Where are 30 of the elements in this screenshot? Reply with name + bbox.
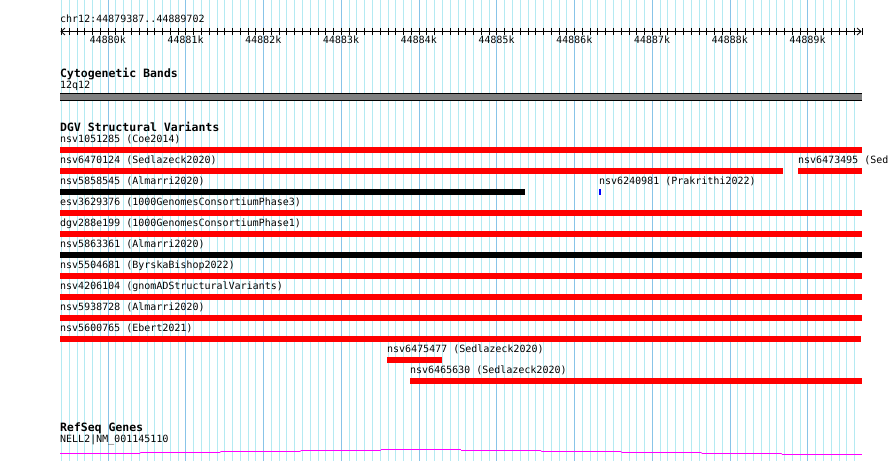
region-label: chr12:44879387..44889702 (60, 14, 206, 26)
tick-label: 44882k (245, 35, 282, 46)
gene-label: NELL2|NM_001145110 (60, 434, 170, 446)
variant-label: nsv6465630 (Sedlazeck2020) (410, 365, 567, 377)
tick-label: 44889k (789, 35, 826, 46)
band-label: 12q12 (60, 80, 92, 92)
variant-label: nsv6475477 (Sedlazeck2020) (387, 344, 544, 356)
variant-label: nsv5504681 (ByrskaBishop2022) (60, 260, 235, 272)
variant-label: esv3629376 (1000GenomesConsortiumPhase3) (60, 197, 301, 209)
variant-label: nsv6473495 (Sed (798, 155, 888, 167)
tick-label: 44883k (322, 35, 359, 46)
variant-label: nsv5863361 (Almarri2020) (60, 239, 204, 251)
variant-label: dgv288e199 (1000GenomesConsortiumPhase1) (60, 218, 301, 230)
variant-label: nsv6470124 (Sedlazeck2020) (60, 155, 217, 167)
tick-label: 44881k (167, 35, 204, 46)
tick-label: 44885k (478, 35, 514, 46)
track-title: RefSeq Genes (60, 421, 144, 434)
tick-label: 44888k (712, 35, 748, 46)
track-title: DGV Structural Variants (60, 121, 220, 134)
variant-label: nsv5600765 (Ebert2021) (60, 323, 192, 335)
variant-label: nsv5938728 (Almarri2020) (60, 302, 204, 314)
tick-label: 44880k (90, 35, 126, 46)
tick-label: 44887k (634, 35, 670, 46)
variant-label: nsv6240981 (Prakrithi2022) (599, 176, 756, 188)
variant-label: nsv4206104 (gnomADStructuralVariants) (60, 281, 283, 293)
variant-label: nsv5858545 (Almarri2020) (60, 176, 204, 188)
variant-label: nsv1051285 (Coe2014) (60, 134, 180, 146)
tick-label: 44886k (556, 35, 592, 46)
tick-label: 44884k (400, 35, 437, 46)
track-title: Cytogenetic Bands (60, 67, 179, 80)
